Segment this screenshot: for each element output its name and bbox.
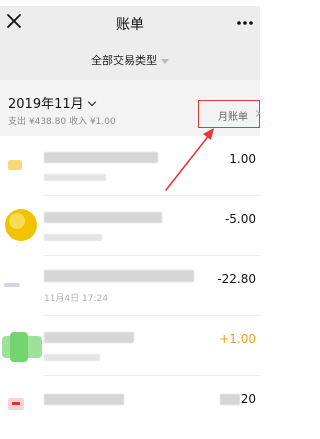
transaction-amount: -22.80 bbox=[217, 272, 256, 286]
chevron-down-icon bbox=[87, 97, 96, 107]
blurred-merchant bbox=[44, 394, 124, 405]
blurred-detail bbox=[44, 174, 106, 181]
income-total: 收入 ¥1.00 bbox=[69, 117, 116, 127]
month-summary: 支出 ¥438.80 收入 ¥1.00 bbox=[8, 114, 116, 127]
month-label: 2019年11月 bbox=[8, 97, 84, 112]
blurred-merchant bbox=[44, 152, 158, 163]
blurred-amount-prefix bbox=[220, 394, 240, 405]
transaction-amount: 1.00 bbox=[229, 152, 256, 166]
transaction-time: 11月4日 17:24 bbox=[44, 294, 108, 304]
transaction-row[interactable]: 11月4日 17:24 -22.80 bbox=[0, 256, 260, 316]
expense-total: 支出 ¥438.80 bbox=[8, 117, 67, 127]
merchant-avatar-icon bbox=[8, 398, 24, 410]
nav-bar: 账单 bbox=[0, 6, 260, 40]
blurred-merchant bbox=[44, 332, 134, 343]
blurred-detail bbox=[44, 234, 102, 241]
blurred-detail bbox=[44, 354, 100, 361]
merchant-avatar-icon bbox=[5, 209, 37, 241]
page-title: 账单 bbox=[116, 17, 144, 33]
caret-down-icon bbox=[161, 58, 169, 64]
monthly-bill-button[interactable]: 月账单 bbox=[198, 100, 261, 128]
transaction-amount: 20 bbox=[240, 392, 256, 406]
merchant-avatar-icon bbox=[8, 160, 22, 170]
chevron-right-icon bbox=[252, 109, 261, 118]
month-selector[interactable]: 2019年11月 bbox=[8, 93, 96, 112]
merchant-avatar-icon bbox=[4, 283, 20, 287]
merchant-avatar-icon bbox=[2, 332, 42, 362]
transaction-amount: -5.00 bbox=[224, 212, 256, 226]
transaction-row[interactable]: +1.00 bbox=[0, 316, 260, 376]
blurred-merchant bbox=[44, 270, 194, 282]
transaction-row[interactable]: 20 bbox=[0, 376, 260, 436]
transaction-row[interactable]: -5.00 bbox=[0, 196, 260, 256]
transaction-amount: +1.00 bbox=[219, 332, 256, 346]
more-icon[interactable] bbox=[236, 20, 254, 26]
transaction-row[interactable]: 1.00 bbox=[0, 136, 260, 196]
filter-label: 全部交易类型 bbox=[91, 54, 157, 67]
monthly-bill-label: 月账单 bbox=[218, 112, 248, 123]
blurred-merchant bbox=[44, 212, 162, 223]
filter-bar: 全部交易类型 bbox=[0, 40, 260, 80]
transaction-type-filter[interactable]: 全部交易类型 bbox=[0, 52, 260, 68]
